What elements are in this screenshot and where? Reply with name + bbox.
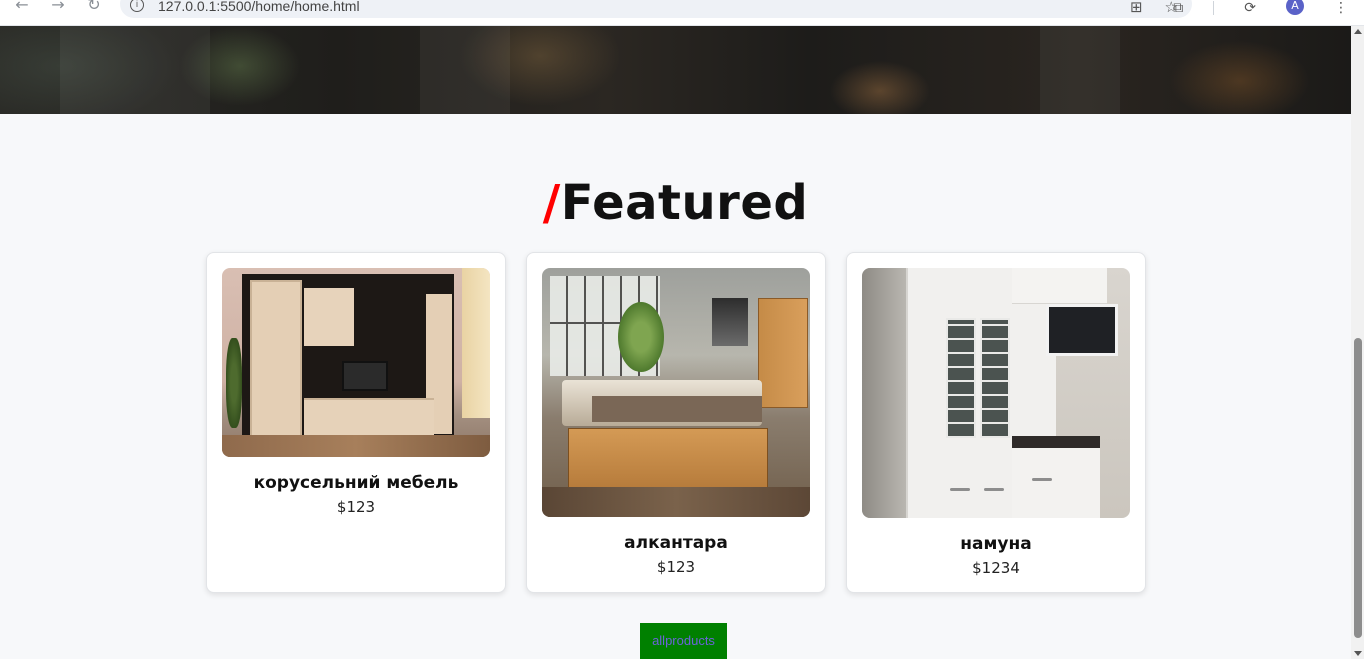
product-name: намуна — [960, 534, 1032, 554]
product-price: $1234 — [972, 559, 1020, 577]
featured-products-grid: корусельний мебель $123 алкантара $123 н… — [206, 252, 1146, 593]
heading-slash: / — [542, 175, 561, 231]
scrollbar-thumb[interactable] — [1354, 338, 1362, 638]
hero-banner-image — [0, 26, 1351, 114]
address-bar[interactable]: i 127.0.0.1:5500/home/home.html ⊞ ☆ — [120, 0, 1192, 18]
toolbar-separator — [1213, 1, 1215, 15]
back-arrow-icon[interactable]: ← — [10, 0, 34, 16]
product-image-bedroom[interactable] — [542, 268, 810, 517]
url-text[interactable]: 127.0.0.1:5500/home/home.html — [158, 0, 360, 14]
heading-title: Featured — [560, 175, 809, 231]
featured-heading: /Featured — [0, 175, 1351, 231]
performance-icon[interactable]: ⟳ — [1244, 0, 1256, 16]
scroll-up-arrow-icon[interactable] — [1354, 29, 1362, 34]
menu-dots-icon[interactable]: ⋮ — [1334, 0, 1348, 16]
product-card[interactable]: алкантара $123 — [526, 252, 826, 593]
product-price: $123 — [656, 558, 696, 576]
product-name: алкантара — [624, 533, 728, 553]
product-card[interactable]: намуна $1234 — [846, 252, 1146, 593]
product-image-cabinets[interactable] — [862, 268, 1130, 518]
reload-icon[interactable]: ↻ — [82, 0, 106, 16]
site-info-icon[interactable]: i — [130, 0, 144, 12]
product-price: $123 — [336, 498, 376, 516]
scroll-down-arrow-icon[interactable] — [1354, 651, 1362, 656]
product-image-wall-unit[interactable] — [222, 268, 490, 457]
all-products-button[interactable]: allproducts — [640, 623, 727, 659]
forward-arrow-icon[interactable]: → — [46, 0, 70, 16]
page-scrollbar[interactable] — [1351, 26, 1364, 659]
translate-icon[interactable]: ⊞ — [1130, 0, 1143, 16]
extensions-icon[interactable]: ⧉ — [1173, 0, 1183, 16]
product-card[interactable]: корусельний мебель $123 — [206, 252, 506, 593]
profile-avatar[interactable]: A — [1286, 0, 1304, 15]
product-name: корусельний мебель — [253, 473, 459, 493]
browser-toolbar: ← → ↻ i 127.0.0.1:5500/home/home.html ⊞ … — [0, 0, 1364, 26]
